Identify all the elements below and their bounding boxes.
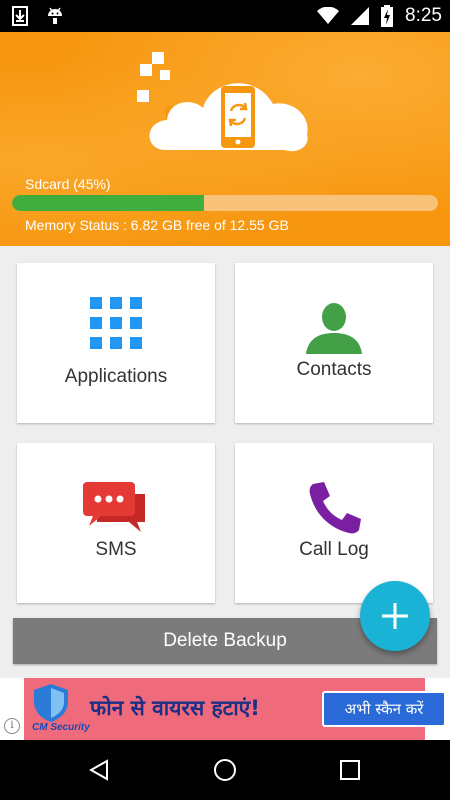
wifi-icon	[317, 7, 340, 24]
call-log-label: Call Log	[299, 539, 369, 560]
memory-status: Memory Status : 6.82 GB free of 12.55 GB	[25, 217, 289, 233]
storage-header: Sdcard (45%) Memory Status : 6.82 GB fre…	[0, 32, 450, 246]
battery-charging-icon	[381, 5, 394, 27]
applications-label: Applications	[64, 366, 168, 387]
plus-icon	[382, 603, 408, 629]
download-icon	[12, 6, 28, 26]
chat-bubbles-icon	[83, 482, 145, 532]
person-icon	[306, 303, 362, 354]
signal-icon	[351, 7, 370, 25]
storage-progress-bar	[12, 195, 438, 211]
call-log-tile[interactable]: Call Log	[235, 443, 433, 603]
recents-icon[interactable]	[340, 760, 360, 780]
home-icon[interactable]	[213, 758, 237, 782]
ad-brand: CM Security	[32, 722, 90, 733]
storage-progress-fill	[12, 195, 204, 211]
ad-headline: फोन से वायरस हटाएं!	[90, 696, 260, 720]
sms-label: SMS	[95, 539, 137, 560]
phone-icon	[309, 482, 361, 534]
add-backup-fab[interactable]	[360, 581, 430, 651]
ad-info-icon[interactable]: i	[4, 718, 20, 734]
apps-grid-icon	[90, 297, 142, 349]
contacts-label: Contacts	[296, 359, 372, 380]
ad-banner[interactable]: i CM Security फोन से वायरस हटाएं! अभी स्…	[0, 678, 450, 740]
cloud-backup-illustration	[135, 50, 315, 172]
ad-scan-button[interactable]: अभी स्कैन करें	[322, 691, 446, 727]
clock: 8:25	[405, 5, 442, 26]
sdcard-label: Sdcard (45%)	[25, 176, 111, 192]
back-icon[interactable]	[88, 759, 110, 781]
shield-icon	[34, 684, 68, 722]
navigation-bar	[0, 740, 450, 800]
contacts-tile[interactable]: Contacts	[235, 263, 433, 423]
sms-tile[interactable]: SMS	[17, 443, 215, 603]
android-icon	[48, 7, 62, 24]
applications-tile[interactable]: Applications	[17, 263, 215, 423]
ad-banner-body[interactable]: CM Security फोन से वायरस हटाएं! अभी स्कै…	[24, 678, 446, 740]
status-bar: 8:25	[0, 0, 450, 32]
cloud-sync-icon	[137, 52, 308, 152]
